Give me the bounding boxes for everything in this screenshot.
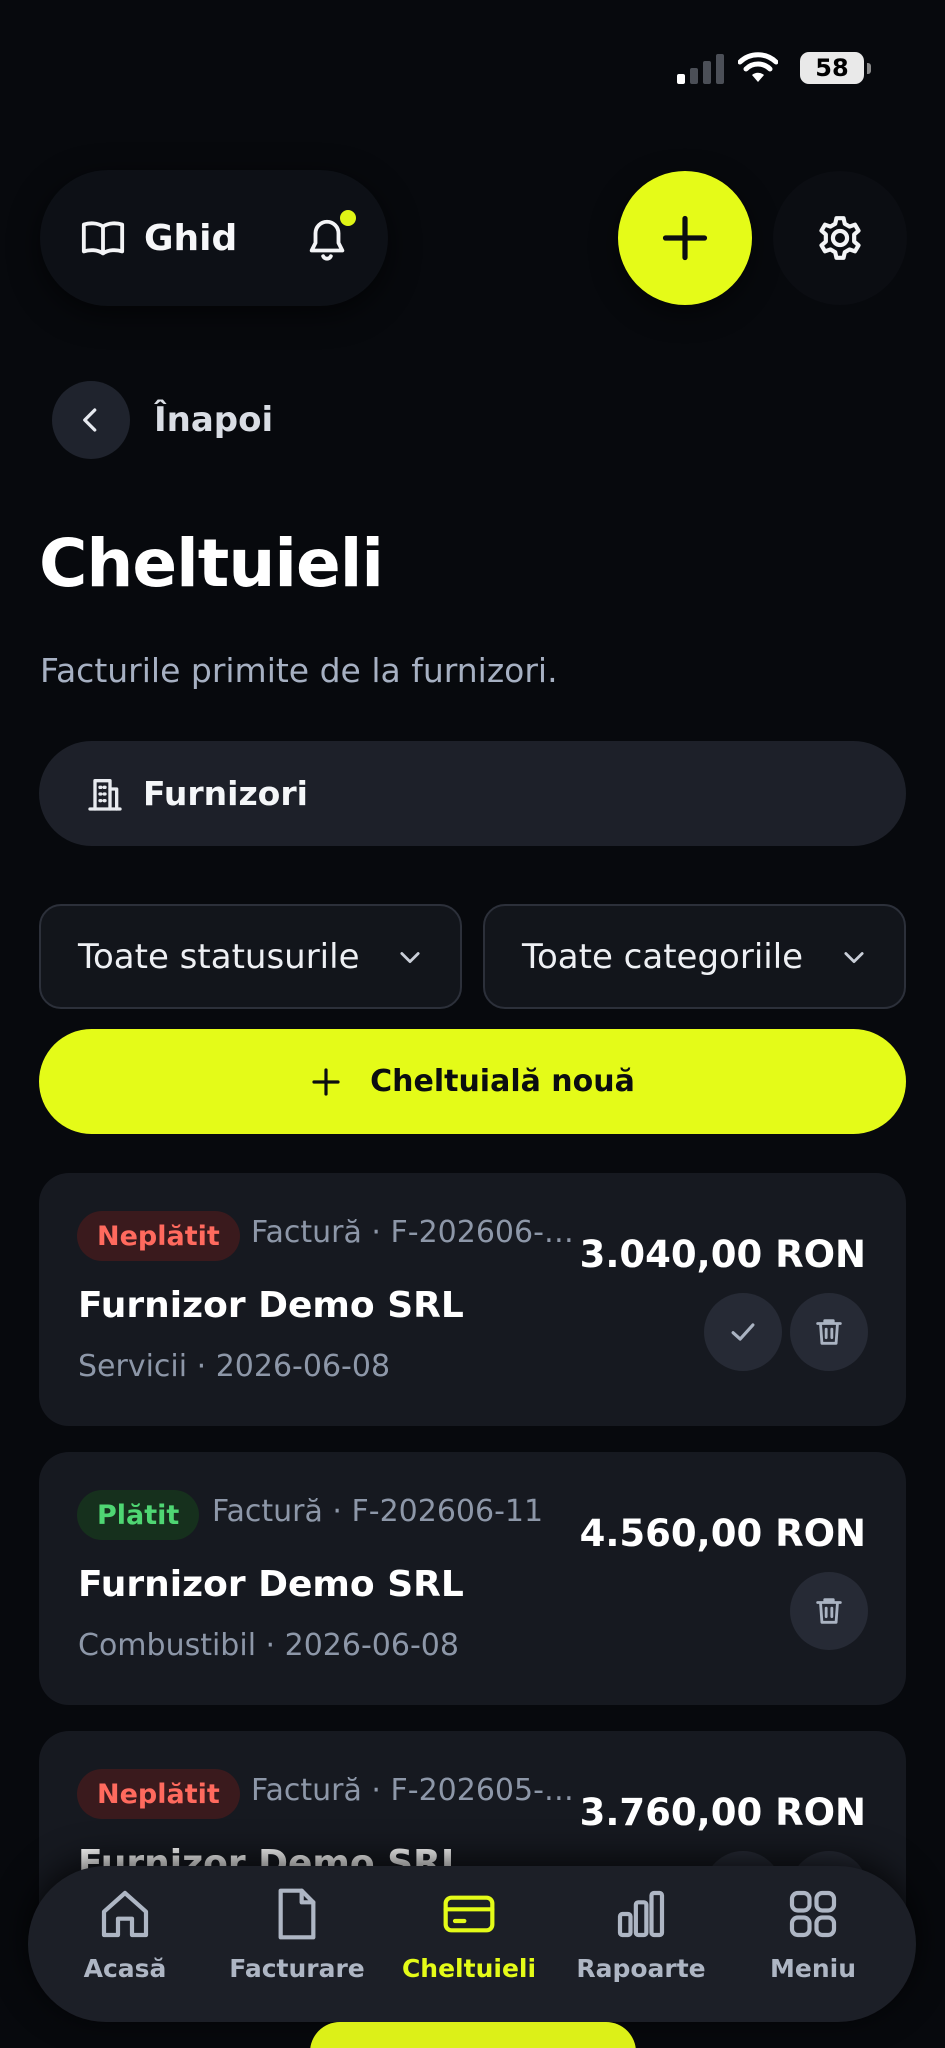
nav-item-reports[interactable]: Rapoarte	[561, 1886, 721, 2002]
suppliers-label: Furnizori	[143, 774, 308, 813]
back-button[interactable]: Înapoi	[52, 381, 273, 459]
page-title: Cheltuieli	[39, 525, 384, 602]
new-expense-button[interactable]: Cheltuială nouă	[39, 1029, 906, 1134]
category-filter-value: Toate categoriile	[522, 936, 804, 977]
nav-label: Cheltuieli	[401, 1954, 537, 1983]
status-bar: 58	[0, 0, 945, 140]
back-label: Înapoi	[154, 400, 274, 440]
delete-button[interactable]	[790, 1572, 868, 1650]
expense-amount: 4.560,00 RON	[579, 1512, 866, 1555]
chevron-down-icon	[400, 951, 420, 963]
supplier-name: Furnizor Demo SRL	[78, 1285, 464, 1326]
floating-action-peek[interactable]	[310, 2022, 636, 2048]
back-circle	[52, 381, 130, 459]
supplier-name: Furnizor Demo SRL	[78, 1564, 464, 1605]
grid-icon	[789, 1890, 837, 1938]
plus-icon	[312, 1067, 340, 1096]
status-badge: Neplătit	[77, 1769, 240, 1819]
expense-amount: 3.760,00 RON	[579, 1791, 866, 1834]
status-badge: Plătit	[77, 1490, 200, 1540]
plus-icon	[662, 215, 708, 261]
expense-card[interactable]: Plătit Factură · F-202606-11 Furnizor De…	[39, 1452, 906, 1705]
wifi-icon	[738, 52, 778, 82]
building-icon	[88, 778, 122, 811]
check-icon	[731, 1323, 755, 1341]
new-expense-label: Cheltuială nouă	[370, 1064, 635, 1099]
page-subtitle: Facturile primite de la furnizori.	[40, 651, 558, 690]
status-filter-select[interactable]: Toate statusurile	[39, 904, 462, 1009]
quick-add-button[interactable]	[618, 171, 752, 305]
credit-card-icon	[443, 1895, 495, 1933]
expense-meta: Combustibil · 2026-06-08	[78, 1628, 459, 1663]
category-filter-select[interactable]: Toate categoriile	[483, 904, 906, 1009]
invoice-reference: Factură · F-202605-…	[251, 1773, 574, 1808]
cellular-signal-icon	[677, 52, 724, 84]
nav-label: Meniu	[770, 1954, 856, 1983]
nav-item-home[interactable]: Acasă	[45, 1886, 205, 2002]
trash-icon	[816, 1598, 842, 1624]
chevron-down-icon	[844, 951, 864, 963]
status-filter-value: Toate statusurile	[78, 936, 360, 977]
notification-dot	[340, 210, 356, 226]
nav-item-expenses[interactable]: Cheltuieli	[389, 1886, 549, 2002]
nav-label: Facturare	[229, 1954, 365, 1983]
gear-icon	[819, 216, 861, 260]
invoice-reference: Factură · F-202606-…	[251, 1215, 574, 1250]
guide-button[interactable]: Ghid	[80, 205, 237, 271]
chevron-left-icon	[83, 408, 97, 432]
expense-amount: 3.040,00 RON	[579, 1233, 866, 1276]
settings-button[interactable]	[773, 171, 907, 305]
expense-card[interactable]: Neplătit Factură · F-202606-… Furnizor D…	[39, 1173, 906, 1426]
book-open-icon	[81, 221, 125, 256]
status-badge: Neplătit	[77, 1211, 240, 1261]
invoice-reference: Factură · F-202606-11	[212, 1494, 544, 1529]
nav-label: Acasă	[83, 1954, 167, 1983]
nav-item-billing[interactable]: Facturare	[217, 1886, 377, 2002]
mark-paid-button[interactable]	[704, 1293, 782, 1371]
notifications-button[interactable]	[300, 208, 356, 268]
bar-chart-icon	[617, 1890, 665, 1938]
guide-label: Ghid	[144, 217, 238, 259]
nav-label: Rapoarte	[576, 1954, 706, 1983]
bottom-navigation: Acasă Facturare Cheltuieli Rapoarte Meni…	[28, 1866, 916, 2022]
expense-meta: Servicii · 2026-06-08	[78, 1349, 391, 1384]
battery-indicator: 58	[800, 52, 871, 84]
nav-item-menu[interactable]: Meniu	[733, 1886, 893, 2002]
trash-icon	[816, 1319, 842, 1345]
suppliers-button[interactable]: Furnizori	[39, 741, 906, 846]
document-icon	[278, 1888, 316, 1940]
delete-button[interactable]	[790, 1293, 868, 1371]
home-icon	[101, 1890, 149, 1938]
